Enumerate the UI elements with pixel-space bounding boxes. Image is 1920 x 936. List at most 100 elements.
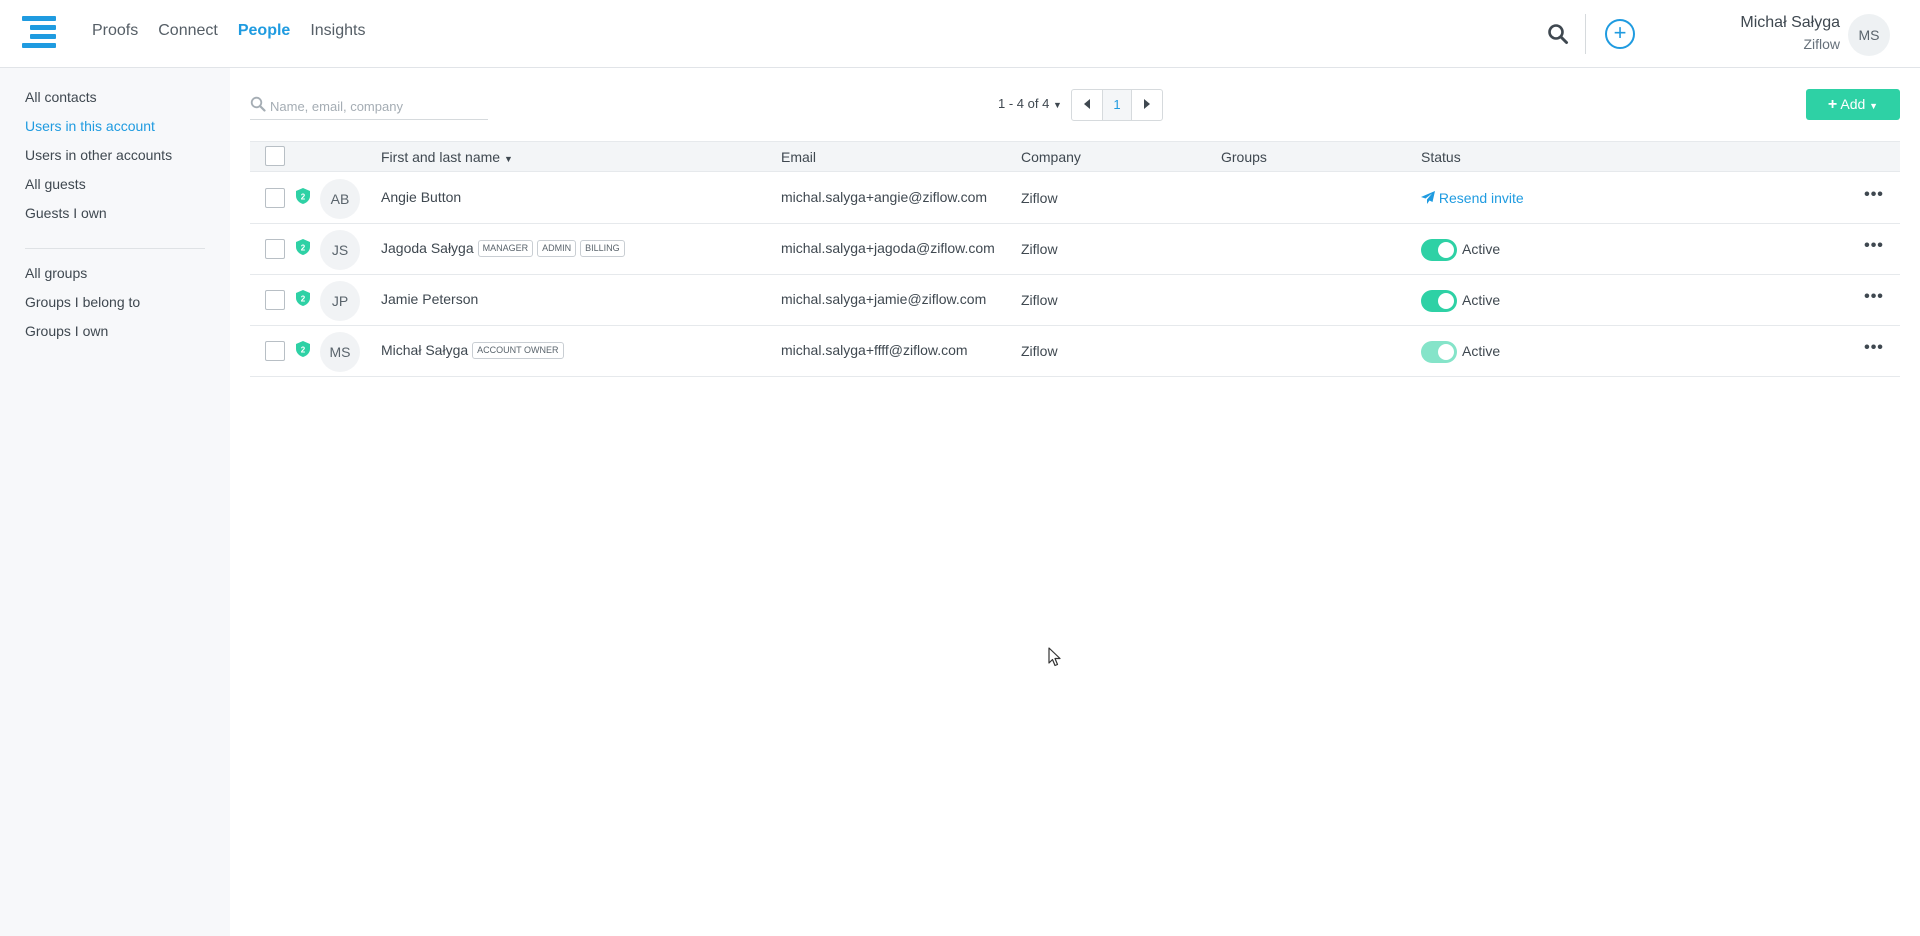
- column-header-name-label: First and last name: [381, 149, 501, 165]
- user-email: michal.salyga+jagoda@ziflow.com: [781, 240, 995, 256]
- user-organization: Ziflow: [1803, 36, 1840, 52]
- role-badge-admin: ADMIN: [537, 240, 577, 257]
- user-company: Ziflow: [1021, 343, 1058, 359]
- column-header-name[interactable]: First and last name ▼: [381, 149, 513, 165]
- user-avatar[interactable]: MS: [1848, 14, 1890, 56]
- user-name: Michał Sałyga: [1740, 14, 1840, 31]
- row-checkbox[interactable]: [265, 239, 285, 259]
- mouse-cursor-icon: [1048, 647, 1061, 667]
- nav-proofs[interactable]: Proofs: [92, 22, 138, 40]
- sort-desc-icon: ▼: [503, 154, 513, 164]
- role-badge-manager: MANAGER: [477, 240, 534, 257]
- table-row[interactable]: 2 JS Jagoda Sałyga MANAGER ADMIN BILLING mi…: [250, 224, 1900, 275]
- sidebar-item-users-in-other-accounts[interactable]: Users in other accounts: [25, 147, 172, 163]
- user-menu[interactable]: Michał Sałyga Ziflow: [1740, 14, 1840, 52]
- search-icon: [250, 96, 266, 112]
- row-more-options-button[interactable]: •••: [1862, 287, 1886, 311]
- row-checkbox[interactable]: [265, 341, 285, 361]
- column-header-company[interactable]: Company: [1021, 149, 1081, 165]
- table-row[interactable]: 2 AB Angie Button michal.salyga+angie@zi…: [250, 173, 1900, 224]
- caret-down-icon: ▼: [1869, 101, 1879, 111]
- security-shield-icon: 2: [296, 290, 310, 306]
- page-number-button[interactable]: 1: [1102, 90, 1132, 120]
- pagination-range-dropdown[interactable]: 1 - 4 of 4 ▼: [998, 96, 1062, 111]
- sidebar-divider: [25, 248, 205, 249]
- status-label: Active: [1462, 292, 1501, 308]
- column-header-email[interactable]: Email: [781, 149, 816, 165]
- nav-insights[interactable]: Insights: [310, 22, 365, 40]
- avatar: JS: [320, 230, 360, 270]
- paper-plane-icon: [1421, 191, 1435, 204]
- nav-people[interactable]: People: [238, 22, 290, 40]
- next-page-button[interactable]: [1132, 90, 1162, 120]
- user-name[interactable]: Jagoda Sałyga: [381, 240, 474, 256]
- svg-text:2: 2: [301, 295, 306, 304]
- row-more-options-button[interactable]: •••: [1862, 185, 1886, 209]
- sidebar-item-users-in-this-account[interactable]: Users in this account: [25, 118, 155, 134]
- plus-icon: +: [1827, 96, 1838, 113]
- select-all-checkbox[interactable]: [265, 146, 285, 166]
- sidebar-item-all-guests[interactable]: All guests: [25, 176, 86, 192]
- add-label: Add: [1840, 96, 1866, 112]
- security-shield-icon: 2: [296, 341, 310, 357]
- row-checkbox[interactable]: [265, 188, 285, 208]
- user-name[interactable]: Jamie Peterson: [381, 291, 478, 307]
- svg-text:2: 2: [301, 244, 306, 253]
- sidebar-item-all-contacts[interactable]: All contacts: [25, 89, 97, 105]
- sidebar-item-groups-i-belong-to[interactable]: Groups I belong to: [25, 294, 140, 310]
- avatar: AB: [320, 179, 360, 219]
- svg-text:2: 2: [301, 193, 306, 202]
- row-checkbox[interactable]: [265, 290, 285, 310]
- user-name-cell: Jagoda Sałyga MANAGER ADMIN BILLING: [381, 240, 625, 257]
- add-button[interactable]: + Add ▼: [1806, 89, 1900, 120]
- resend-invite-link[interactable]: Resend invite: [1421, 190, 1524, 206]
- column-header-status[interactable]: Status: [1421, 149, 1461, 165]
- toolbar-divider: [1585, 14, 1586, 54]
- security-shield-icon: 2: [296, 188, 310, 204]
- main-nav: Proofs Connect People Insights: [92, 22, 385, 40]
- avatar: MS: [320, 332, 360, 372]
- caret-down-icon: ▼: [1052, 100, 1062, 110]
- ziflow-logo-icon[interactable]: [22, 16, 56, 48]
- avatar: JP: [320, 281, 360, 321]
- role-badge-account-owner: ACCOUNT OWNER: [472, 342, 564, 359]
- status-label: Active: [1462, 241, 1501, 257]
- user-company: Ziflow: [1021, 292, 1058, 308]
- status-toggle[interactable]: [1421, 290, 1457, 312]
- user-name-cell: Michał Sałyga ACCOUNT OWNER: [381, 342, 564, 359]
- resend-invite-label: Resend invite: [1438, 190, 1524, 206]
- people-sidebar: All contacts Users in this account Users…: [0, 68, 230, 936]
- nav-connect[interactable]: Connect: [158, 22, 218, 40]
- people-search: [250, 94, 488, 120]
- user-name[interactable]: Michał Sałyga: [381, 342, 468, 358]
- user-company: Ziflow: [1021, 241, 1058, 257]
- caret-left-icon: [1084, 99, 1090, 109]
- search-icon[interactable]: [1547, 23, 1569, 45]
- security-shield-icon: 2: [296, 239, 310, 255]
- status-toggle[interactable]: [1421, 239, 1457, 261]
- table-row[interactable]: 2 MS Michał Sałyga ACCOUNT OWNER michal.s…: [250, 326, 1900, 377]
- row-more-options-button[interactable]: •••: [1862, 236, 1886, 260]
- create-new-button[interactable]: +: [1605, 19, 1635, 49]
- role-badge-billing: BILLING: [580, 240, 625, 257]
- sidebar-item-groups-i-own[interactable]: Groups I own: [25, 323, 108, 339]
- user-email: michal.salyga+ffff@ziflow.com: [781, 342, 968, 358]
- user-email: michal.salyga+angie@ziflow.com: [781, 189, 988, 205]
- search-input[interactable]: [270, 94, 484, 118]
- status-label: Active: [1462, 343, 1501, 359]
- user-company: Ziflow: [1021, 190, 1058, 206]
- svg-text:2: 2: [301, 346, 306, 355]
- table-row[interactable]: 2 JP Jamie Peterson michal.salyga+jamie@…: [250, 275, 1900, 326]
- table-header: First and last name ▼ Email Company Grou…: [250, 141, 1900, 172]
- sidebar-item-guests-i-own[interactable]: Guests I own: [25, 205, 107, 221]
- user-name[interactable]: Angie Button: [381, 189, 461, 205]
- sidebar-item-all-groups[interactable]: All groups: [25, 265, 87, 281]
- user-email: michal.salyga+jamie@ziflow.com: [781, 291, 987, 307]
- row-more-options-button[interactable]: •••: [1862, 338, 1886, 362]
- column-header-groups[interactable]: Groups: [1221, 149, 1267, 165]
- caret-right-icon: [1144, 99, 1150, 109]
- pagination: 1: [1071, 89, 1163, 121]
- status-toggle-disabled: [1421, 341, 1457, 363]
- previous-page-button[interactable]: [1072, 90, 1102, 120]
- pagination-range: 1 - 4 of 4: [998, 96, 1050, 111]
